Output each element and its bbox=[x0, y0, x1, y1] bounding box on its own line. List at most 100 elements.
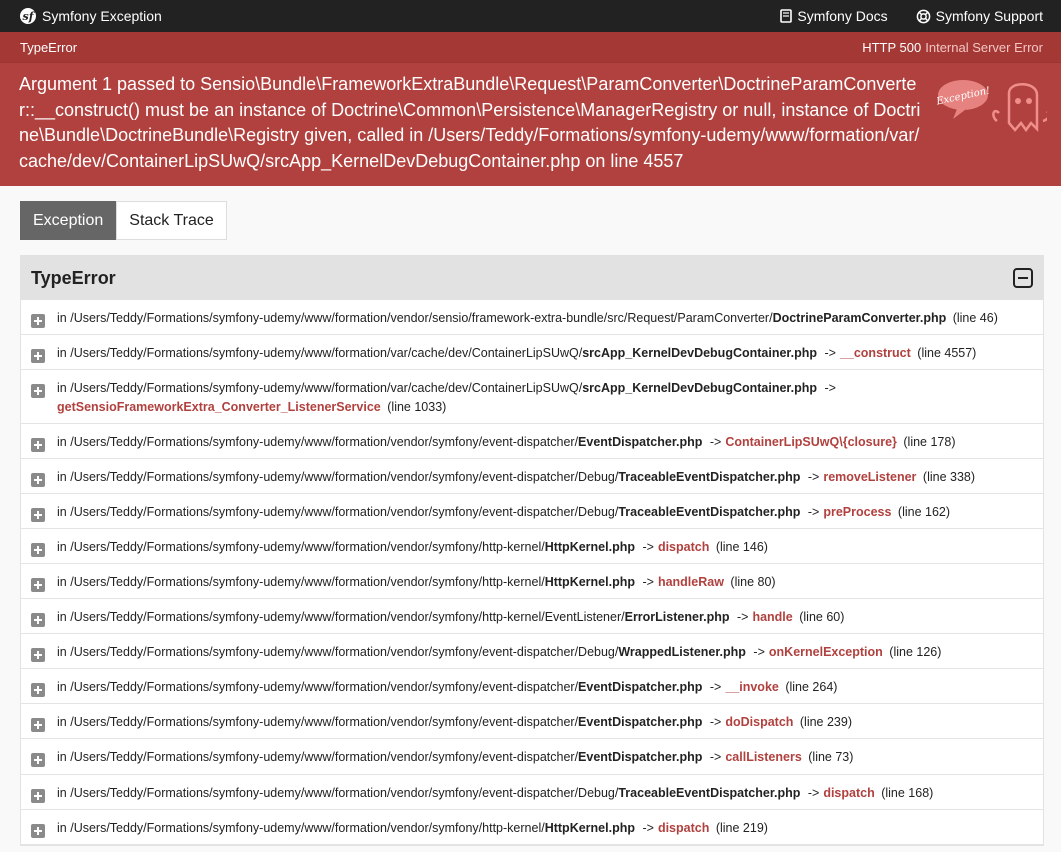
brand[interactable]: sf Symfony Exception bbox=[20, 8, 162, 24]
trace-row[interactable]: in /Users/Teddy/Formations/symfony-udemy… bbox=[21, 494, 1043, 529]
tab-exception[interactable]: Exception bbox=[20, 201, 117, 240]
trace-arrow: -> bbox=[807, 505, 820, 519]
trace-file: ErrorListener.php bbox=[624, 610, 730, 624]
trace-arrow: -> bbox=[642, 575, 654, 589]
trace-prefix: in bbox=[57, 381, 67, 395]
expand-icon[interactable] bbox=[31, 648, 45, 662]
expand-icon[interactable] bbox=[31, 473, 45, 487]
trace-file: srcApp_KernelDevDebugContainer.php bbox=[582, 381, 817, 395]
trace-path: /Users/Teddy/Formations/symfony-udemy/ww… bbox=[70, 575, 545, 589]
trace-function: getSensioFrameworkExtra_Converter_Listen… bbox=[57, 400, 381, 414]
trace-function: __construct bbox=[839, 346, 911, 360]
book-icon bbox=[780, 9, 793, 23]
trace-line: (line 126) bbox=[889, 645, 942, 659]
trace-row[interactable]: in /Users/Teddy/Formations/symfony-udemy… bbox=[21, 370, 1043, 424]
trace-path: /Users/Teddy/Formations/symfony-udemy/ww… bbox=[70, 821, 545, 835]
expand-icon[interactable] bbox=[31, 753, 45, 767]
trace-line: (line 60) bbox=[799, 610, 845, 624]
trace-row[interactable]: in /Users/Teddy/Formations/symfony-udemy… bbox=[21, 564, 1043, 599]
expand-icon[interactable] bbox=[31, 683, 45, 697]
trace-row[interactable]: in /Users/Teddy/Formations/symfony-udemy… bbox=[21, 300, 1043, 335]
trace-path: /Users/Teddy/Formations/symfony-udemy/ww… bbox=[70, 381, 583, 395]
trace-path: /Users/Teddy/Formations/symfony-udemy/ww… bbox=[70, 435, 579, 449]
trace-path: /Users/Teddy/Formations/symfony-udemy/ww… bbox=[70, 311, 773, 325]
trace-line: (line 338) bbox=[922, 470, 976, 484]
expand-icon[interactable] bbox=[31, 438, 45, 452]
trace-prefix: in bbox=[57, 346, 67, 360]
trace-file: TraceableEventDispatcher.php bbox=[618, 470, 801, 484]
trace-prefix: in bbox=[57, 610, 67, 624]
trace-arrow: -> bbox=[709, 435, 722, 449]
exception-meta: TypeError HTTP 500 Internal Server Error bbox=[0, 32, 1061, 63]
trace-prefix: in bbox=[57, 470, 67, 484]
trace-function: preProcess bbox=[823, 505, 892, 519]
trace-row[interactable]: in /Users/Teddy/Formations/symfony-udemy… bbox=[21, 739, 1043, 775]
trace-row[interactable]: in /Users/Teddy/Formations/symfony-udemy… bbox=[21, 424, 1043, 459]
trace-arrow: -> bbox=[736, 610, 749, 624]
symfony-docs-link[interactable]: Symfony Docs bbox=[780, 8, 888, 24]
trace-prefix: in bbox=[57, 311, 67, 325]
trace-row[interactable]: in /Users/Teddy/Formations/symfony-udemy… bbox=[21, 459, 1043, 494]
trace-line: (line 239) bbox=[799, 715, 853, 729]
trace-text: in /Users/Teddy/Formations/symfony-udemy… bbox=[57, 608, 1033, 627]
expand-icon[interactable] bbox=[31, 578, 45, 592]
expand-icon[interactable] bbox=[31, 314, 45, 328]
trace-file: TraceableEventDispatcher.php bbox=[618, 786, 801, 800]
trace-row[interactable]: in /Users/Teddy/Formations/symfony-udemy… bbox=[21, 775, 1043, 810]
trace-file: HttpKernel.php bbox=[544, 821, 635, 835]
trace-path: /Users/Teddy/Formations/symfony-udemy/ww… bbox=[70, 750, 579, 764]
trace-row[interactable]: in /Users/Teddy/Formations/symfony-udemy… bbox=[21, 335, 1043, 370]
exception-class: TypeError bbox=[20, 39, 78, 55]
tab-stack-trace[interactable]: Stack Trace bbox=[116, 201, 227, 240]
trace-line: (line 162) bbox=[897, 505, 951, 519]
trace-row[interactable]: in /Users/Teddy/Formations/symfony-udemy… bbox=[21, 669, 1043, 704]
trace-line: (line 168) bbox=[881, 786, 934, 800]
symfony-docs-label: Symfony Docs bbox=[797, 8, 888, 24]
trace-function: removeListener bbox=[823, 470, 917, 484]
exception-message-block: Argument 1 passed to Sensio\Bundle\Frame… bbox=[0, 63, 1061, 186]
expand-icon[interactable] bbox=[31, 789, 45, 803]
trace-text: in /Users/Teddy/Formations/symfony-udemy… bbox=[57, 309, 1033, 328]
trace-text: in /Users/Teddy/Formations/symfony-udemy… bbox=[57, 819, 1033, 838]
trace-text: in /Users/Teddy/Formations/symfony-udemy… bbox=[57, 784, 1033, 803]
expand-icon[interactable] bbox=[31, 824, 45, 838]
trace-prefix: in bbox=[57, 750, 67, 764]
exception-message: Argument 1 passed to Sensio\Bundle\Frame… bbox=[19, 74, 921, 171]
lifebuoy-icon bbox=[916, 9, 930, 23]
expand-icon[interactable] bbox=[31, 718, 45, 732]
status-code: HTTP 500 bbox=[862, 39, 922, 55]
trace-function: handleRaw bbox=[657, 575, 724, 589]
symfony-support-link[interactable]: Symfony Support bbox=[916, 8, 1043, 24]
trace-path: /Users/Teddy/Formations/symfony-udemy/ww… bbox=[70, 645, 619, 659]
trace-function: dispatch bbox=[657, 540, 710, 554]
trace-function: handle bbox=[752, 610, 793, 624]
expand-icon[interactable] bbox=[31, 543, 45, 557]
trace-text: in /Users/Teddy/Formations/symfony-udemy… bbox=[57, 538, 1033, 557]
trace-prefix: in bbox=[57, 575, 67, 589]
trace-row[interactable]: in /Users/Teddy/Formations/symfony-udemy… bbox=[21, 634, 1043, 669]
trace-file: EventDispatcher.php bbox=[578, 680, 703, 694]
trace-path: /Users/Teddy/Formations/symfony-udemy/ww… bbox=[70, 470, 619, 484]
top-bar: sf Symfony Exception Symfony Docs Symfon… bbox=[0, 0, 1061, 32]
trace-function: onKernelException bbox=[768, 645, 883, 659]
trace-file: DoctrineParamConverter.php bbox=[772, 311, 947, 325]
exception-header: TypeError HTTP 500 Internal Server Error… bbox=[0, 32, 1061, 186]
trace-path: /Users/Teddy/Formations/symfony-udemy/ww… bbox=[70, 346, 583, 360]
tab-bar: Exception Stack Trace bbox=[20, 201, 227, 240]
trace-line: (line 219) bbox=[715, 821, 768, 835]
trace-row[interactable]: in /Users/Teddy/Formations/symfony-udemy… bbox=[21, 810, 1043, 845]
expand-icon[interactable] bbox=[31, 613, 45, 627]
trace-row[interactable]: in /Users/Teddy/Formations/symfony-udemy… bbox=[21, 599, 1043, 634]
trace-file: EventDispatcher.php bbox=[578, 715, 703, 729]
trace-row[interactable]: in /Users/Teddy/Formations/symfony-udemy… bbox=[21, 704, 1043, 739]
expand-icon[interactable] bbox=[31, 384, 45, 398]
trace-row[interactable]: in /Users/Teddy/Formations/symfony-udemy… bbox=[21, 529, 1043, 564]
trace-line: (line 146) bbox=[715, 540, 768, 554]
panel-header[interactable]: TypeError bbox=[21, 256, 1043, 300]
panel-title: TypeError bbox=[31, 267, 116, 288]
trace-arrow: -> bbox=[642, 821, 654, 835]
trace-path: /Users/Teddy/Formations/symfony-udemy/ww… bbox=[70, 715, 579, 729]
collapse-icon[interactable] bbox=[1013, 268, 1033, 288]
expand-icon[interactable] bbox=[31, 508, 45, 522]
expand-icon[interactable] bbox=[31, 349, 45, 363]
